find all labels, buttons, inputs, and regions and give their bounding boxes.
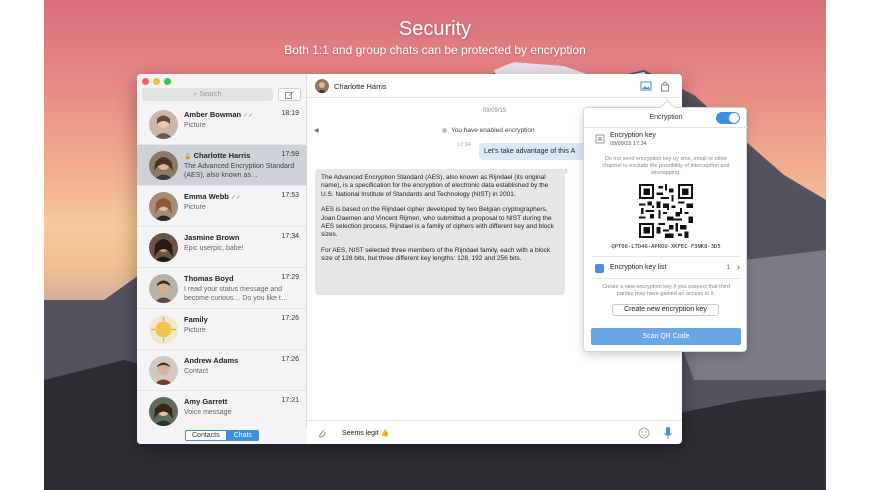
chat-preview: I read your status message and become cu… [184, 286, 288, 302]
close-button[interactable] [142, 78, 149, 85]
key-icon [595, 134, 605, 144]
message-input[interactable]: Seems legit 👍 [342, 429, 389, 437]
chat-name: Amber Bowman [184, 110, 242, 119]
avatar [149, 192, 178, 221]
avatar [149, 110, 178, 139]
chat-time: 18:19 [281, 110, 299, 117]
key-list-label[interactable]: Encryption key list [610, 264, 666, 271]
divider [592, 256, 740, 257]
scan-qr-button[interactable]: Scan QR Code [591, 328, 741, 345]
encryption-key-date: 09/09/15 17:34 [610, 141, 647, 147]
avatar [149, 274, 178, 303]
chat-time: 17:59 [281, 151, 299, 158]
read-check-icon: ✓✓ [230, 195, 241, 201]
chat-name: Andrew Adams [184, 356, 239, 365]
sidebar: ⌕ Search Amber Bowman ✓✓ 18:19 Picture 🔒 … [137, 74, 307, 444]
avatar [149, 356, 178, 385]
encryption-key-code: QPT06-LTD46-APROU-XKFEC-F3NK8-3D5 [611, 244, 721, 250]
encryption-toggle[interactable] [716, 112, 740, 124]
incoming-message[interactable]: The Advanced Encryption Standard (AES), … [315, 169, 565, 295]
chat-time: 17:21 [281, 397, 299, 404]
window-controls [142, 78, 171, 85]
chat-time: 17:34 [281, 233, 299, 240]
chat-preview: Picture [184, 204, 206, 211]
attach-icon[interactable] [317, 427, 327, 439]
segmented-control: Contacts Chats [185, 430, 259, 441]
chat-name: Thomas Boyd [184, 274, 234, 283]
hero-subtitle: Both 1:1 and group chats can be protecte… [284, 43, 586, 57]
chat-preview: Picture [184, 327, 206, 334]
system-message-text: You have enabled encryption [451, 127, 535, 134]
qr-code[interactable] [639, 184, 693, 238]
contact-name[interactable]: Charlotte Harris [334, 82, 387, 91]
chat-name: Emma Webb [184, 192, 229, 201]
sidebar-tab-bar: Contacts Chats [137, 427, 307, 444]
chat-preview: Picture [184, 122, 206, 129]
chat-row-amy-garrett[interactable]: Amy Garrett 17:21 Voice message [137, 391, 307, 432]
divider [584, 127, 748, 128]
search-input[interactable]: ⌕ Search [142, 88, 273, 101]
search-placeholder: Search [199, 91, 222, 98]
chat-row-emma-webb[interactable]: Emma Webb ✓✓ 17:53 Picture [137, 186, 307, 227]
lock-icon[interactable] [659, 80, 671, 92]
chat-name: Charlotte Harris [193, 151, 251, 160]
chat-name: Jasmine Brown [184, 233, 240, 242]
encryption-key-title: Encryption key [610, 132, 656, 139]
read-check-icon: ✓✓ [243, 113, 254, 119]
chat-time: 17:26 [281, 356, 299, 363]
encryption-popover: Encryption Encryption key 09/09/15 17:34… [583, 107, 748, 352]
compose-button[interactable] [278, 88, 301, 101]
lock-icon: 🔒 [184, 154, 192, 160]
hero-title: Security [398, 18, 472, 40]
security-note: Do not send encryption key by sms, email… [602, 156, 730, 176]
chat-row-andrew-adams[interactable]: Andrew Adams 17:26 Contact [137, 350, 307, 391]
message-composer: Seems legit 👍 [307, 420, 682, 444]
chat-row-charlotte-harris[interactable]: 🔒 Charlotte Harris 17:59 The Advanced En… [137, 145, 307, 186]
chat-row-amber-bowman[interactable]: Amber Bowman ✓✓ 18:19 Picture [137, 104, 307, 145]
chat-preview: Epic userpic, babe! [184, 245, 244, 252]
create-key-button[interactable]: Create new encryption key [612, 304, 719, 316]
tab-contacts[interactable]: Contacts [185, 430, 227, 441]
chat-preview: Contact [184, 368, 209, 375]
key-list-count: 1 [726, 265, 730, 271]
new-key-note: Create a new encryption key if you suspe… [602, 284, 730, 297]
chat-preview: The Advanced Encryption Standard (AES), … [184, 163, 295, 179]
chat-list: Amber Bowman ✓✓ 18:19 Picture 🔒 Charlotte… [137, 104, 307, 432]
left-margin [0, 0, 44, 490]
message-paragraph: The Advanced Encryption Standard (AES), … [321, 174, 549, 198]
divider [592, 278, 740, 279]
avatar [149, 151, 178, 180]
right-margin [826, 0, 870, 490]
lock-dot-icon [442, 127, 447, 133]
chat-row-family[interactable]: Family 17:26 Picture [137, 309, 307, 350]
avatar [149, 315, 178, 344]
emoji-icon[interactable] [638, 427, 650, 439]
chat-row-thomas-boyd[interactable]: Thomas Boyd 17:29 I read your status mes… [137, 268, 307, 309]
outgoing-message[interactable]: Let's take advantage of this A [479, 143, 599, 160]
maximize-button[interactable] [164, 78, 171, 85]
compose-icon [285, 90, 294, 99]
chat-name: Family [184, 315, 208, 324]
message-time: 17:34 [457, 142, 471, 148]
conversation-header: Charlotte Harris [307, 74, 682, 98]
key-list-icon [595, 264, 604, 273]
message-paragraph: For AES, NIST selected three members of … [321, 246, 551, 263]
tab-chats[interactable]: Chats [226, 430, 259, 441]
message-paragraph: AES is based on the Rijndael cipher deve… [321, 206, 554, 239]
contact-avatar[interactable] [315, 79, 329, 93]
chevron-right-icon[interactable]: › [737, 262, 740, 272]
chat-time: 17:29 [281, 274, 299, 281]
chat-time: 17:26 [281, 315, 299, 322]
chat-preview: Voice message [184, 409, 232, 416]
chat-row-jasmine-brown[interactable]: Jasmine Brown 17:34 Epic userpic, babe! [137, 227, 307, 268]
avatar [149, 233, 178, 262]
minimize-button[interactable] [153, 78, 160, 85]
avatar [149, 397, 178, 426]
system-message: You have enabled encryption [442, 127, 535, 134]
image-icon[interactable] [640, 80, 652, 92]
chat-time: 17:53 [281, 192, 299, 199]
chat-name: Amy Garrett [184, 397, 228, 406]
microphone-icon[interactable] [663, 426, 673, 440]
collapse-arrow-icon[interactable]: ◀ [314, 127, 319, 134]
